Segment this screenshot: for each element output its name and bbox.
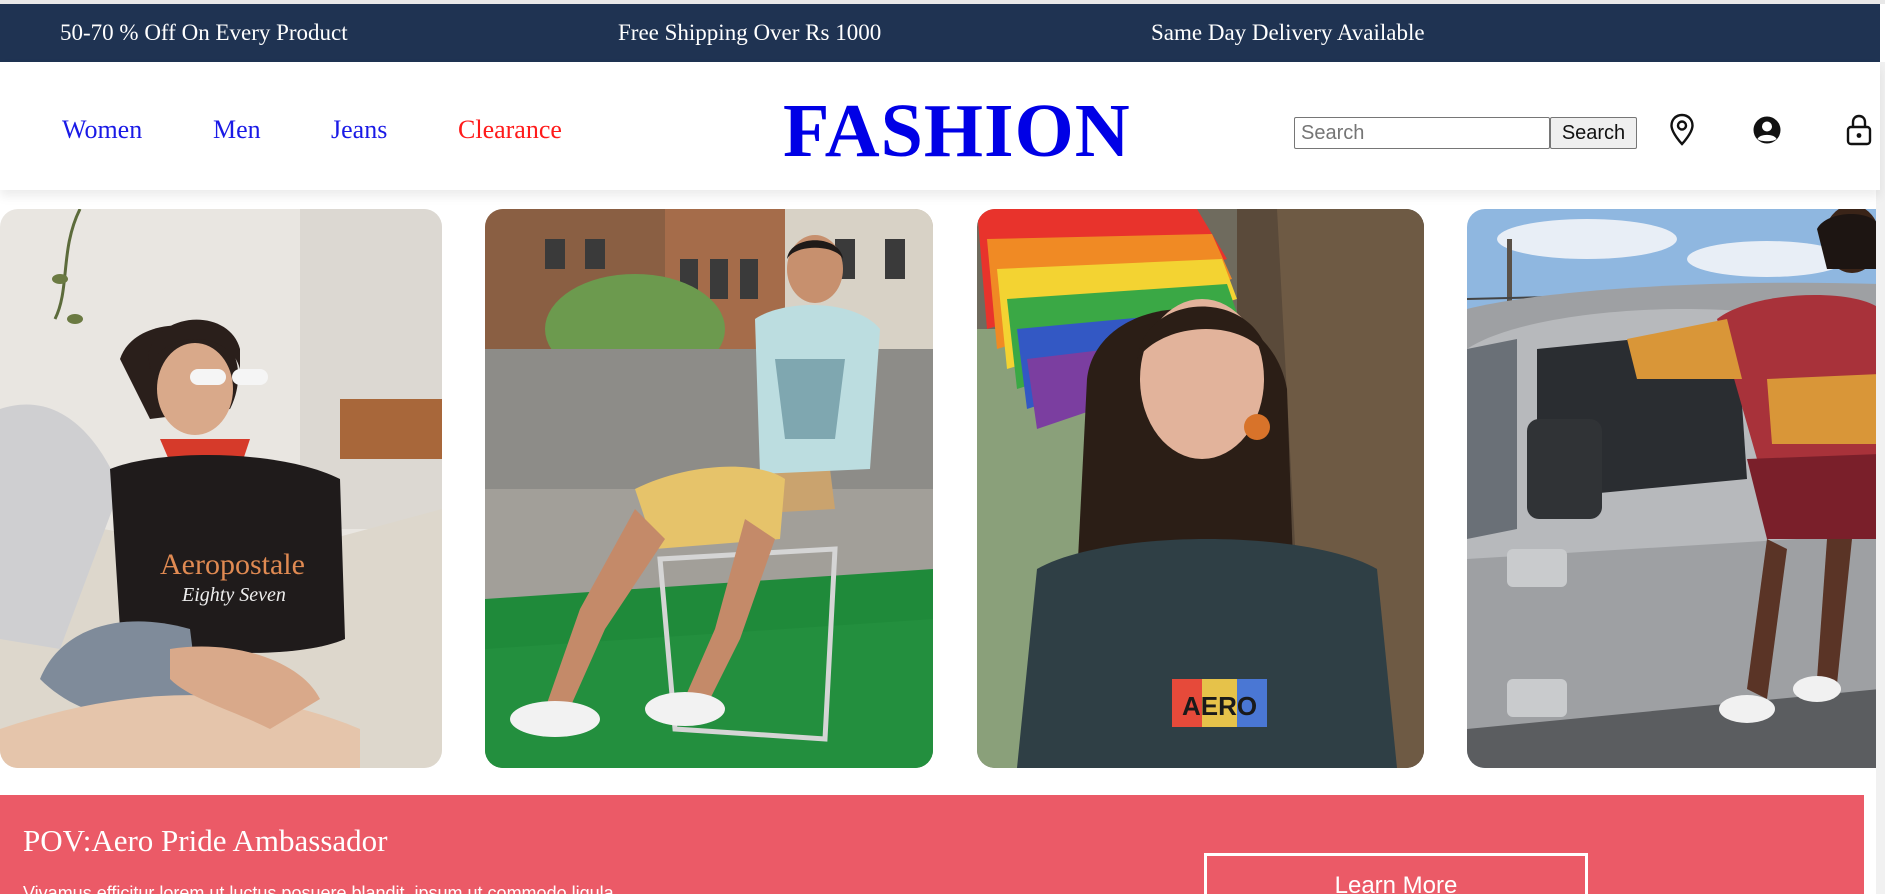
- promo-discount: 50-70 % Off On Every Product: [60, 20, 348, 45]
- account-icon[interactable]: [1750, 110, 1784, 150]
- gallery-photo-3[interactable]: AERO: [977, 209, 1424, 768]
- photo-woman-jeep: [1467, 209, 1880, 768]
- shirt-print-subtext: Eighty Seven: [181, 584, 286, 606]
- promo-bar: 50-70 % Off On Every Product Free Shippi…: [0, 4, 1880, 62]
- gallery-photo-1[interactable]: Aeropostale Eighty Seven: [0, 209, 442, 768]
- nav-jeans[interactable]: Jeans: [331, 115, 387, 145]
- location-icon[interactable]: [1665, 110, 1699, 150]
- banner-description: Vivamus efficitur lorem ut luctus posuer…: [23, 883, 614, 894]
- banner-title: POV:Aero Pride Ambassador: [23, 823, 388, 858]
- nav-women[interactable]: Women: [62, 115, 142, 145]
- gallery-photo-4[interactable]: [1467, 209, 1880, 768]
- promo-delivery: Same Day Delivery Available: [1151, 20, 1425, 45]
- search-input[interactable]: [1294, 117, 1550, 149]
- shirt-print-text: Aeropostale: [160, 548, 305, 581]
- site-header: Women Men Jeans Clearance FASHION Search: [0, 62, 1880, 190]
- search-button[interactable]: Search: [1550, 117, 1637, 149]
- photo-man-lawn-chair: [485, 209, 933, 768]
- nav-men[interactable]: Men: [213, 115, 261, 145]
- nav-clearance[interactable]: Clearance: [458, 115, 562, 145]
- gallery-photo-2[interactable]: [485, 209, 933, 768]
- promo-shipping: Free Shipping Over Rs 1000: [618, 20, 882, 45]
- pride-banner: POV:Aero Pride Ambassador Vivamus effici…: [0, 795, 1864, 894]
- cart-lock-icon[interactable]: [1842, 110, 1876, 150]
- photo-woman-aeropostale: Aeropostale Eighty Seven: [0, 209, 442, 768]
- site-logo[interactable]: FASHION: [783, 88, 1131, 175]
- photo-woman-pride-flag: AERO: [977, 209, 1424, 768]
- learn-more-button[interactable]: Learn More: [1204, 853, 1588, 894]
